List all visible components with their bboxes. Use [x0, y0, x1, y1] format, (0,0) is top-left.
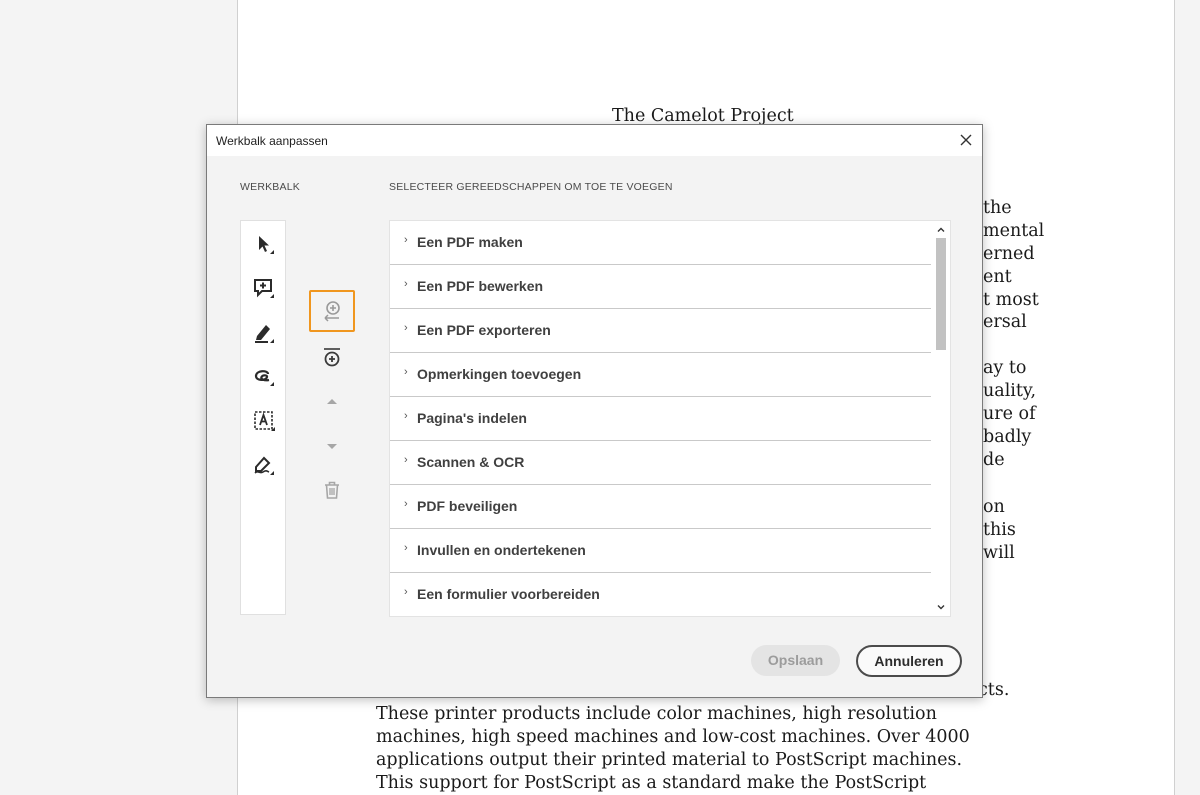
- add-tool-icon: [324, 301, 340, 322]
- tool-category-label: Opmerkingen toevoegen: [417, 366, 582, 382]
- toolbar-tool-highlight[interactable]: [249, 318, 279, 348]
- doc-body-line: machines, high speed machines and low-co…: [376, 727, 970, 747]
- doc-fragment: the: [983, 198, 1012, 218]
- chevron-right-icon: ›: [404, 234, 408, 246]
- chevron-right-icon: ›: [404, 322, 408, 334]
- tools-heading: SELECTEER GEREEDSCHAPPEN OM TOE TE VOEGE…: [389, 181, 673, 193]
- scrollbar-thumb[interactable]: [936, 238, 946, 350]
- tool-category-item[interactable]: › PDF beveiligen: [390, 485, 931, 529]
- tool-category-item[interactable]: › Opmerkingen toevoegen: [390, 353, 931, 397]
- lasso-icon: [254, 370, 274, 386]
- tool-category-label: Scannen & OCR: [417, 454, 525, 470]
- doc-body-line: This support for PostScript as a standar…: [376, 773, 927, 793]
- chevron-right-icon: ›: [404, 586, 408, 598]
- move-up-icon: [327, 399, 337, 404]
- doc-fragment: will: [983, 543, 1015, 563]
- toolbar-tool-select[interactable]: [249, 230, 279, 260]
- move-up-button[interactable]: [309, 381, 355, 423]
- tool-category-label: PDF beveiligen: [417, 498, 518, 514]
- doc-fragment: ay to: [983, 358, 1027, 378]
- select-arrow-icon: [259, 236, 274, 254]
- trash-icon: [325, 481, 339, 499]
- dialog-title: Werkbalk aanpassen: [216, 134, 328, 148]
- toolbar-tool-textbox[interactable]: [249, 406, 279, 436]
- tool-category-label: Een PDF bewerken: [417, 278, 544, 294]
- toolbar-heading: WERKBALK: [240, 181, 300, 193]
- doc-fragment: ure of: [983, 404, 1036, 424]
- doc-fragment: ersal: [983, 312, 1027, 332]
- tool-category-label: Een formulier voorbereiden: [417, 586, 600, 602]
- tool-category-label: Pagina's indelen: [417, 410, 527, 426]
- tool-category-item[interactable]: › Een PDF exporteren: [390, 309, 931, 353]
- customize-toolbar-dialog: Werkbalk aanpassen WERKBALK SELECTEER GE…: [206, 124, 983, 698]
- doc-fragment: badly: [983, 427, 1032, 447]
- tool-category-list: › Een PDF maken › Een PDF bewerken › Een…: [389, 220, 951, 617]
- move-down-icon: [327, 444, 337, 449]
- move-down-button[interactable]: [309, 425, 355, 467]
- chevron-right-icon: ›: [404, 366, 408, 378]
- tool-category-item[interactable]: › Invullen en ondertekenen: [390, 529, 931, 573]
- close-button[interactable]: [956, 130, 976, 150]
- current-toolbar-list: [240, 220, 286, 615]
- cancel-button[interactable]: Annuleren: [856, 645, 962, 677]
- chevron-right-icon: ›: [404, 542, 408, 554]
- tool-category-item[interactable]: › Een PDF bewerken: [390, 265, 931, 309]
- scroll-down-arrow-icon[interactable]: [936, 602, 946, 612]
- tool-category-label: Een PDF exporteren: [417, 322, 551, 338]
- doc-fragment: mental: [983, 221, 1045, 241]
- doc-fragment: on: [983, 497, 1005, 517]
- tool-category-item[interactable]: › Een formulier voorbereiden: [390, 573, 931, 616]
- doc-fragment: de: [983, 450, 1005, 470]
- tool-category-label: Invullen en ondertekenen: [417, 542, 586, 558]
- add-comment-icon: [254, 279, 274, 298]
- doc-fragment: erned: [983, 244, 1035, 264]
- delete-tool-button[interactable]: [309, 469, 355, 511]
- sign-pen-icon: [254, 456, 274, 475]
- doc-fragment: this: [983, 520, 1016, 540]
- list-scrollbar[interactable]: [932, 221, 950, 616]
- highlight-pen-icon: [255, 325, 274, 343]
- dialog-title-bar: Werkbalk aanpassen: [207, 125, 982, 156]
- scroll-up-arrow-icon[interactable]: [936, 225, 946, 235]
- toolbar-tool-comment[interactable]: [249, 274, 279, 304]
- doc-fragment: ent: [983, 267, 1012, 287]
- chevron-right-icon: ›: [404, 410, 408, 422]
- toolbar-tool-draw[interactable]: [249, 362, 279, 392]
- close-icon: [960, 134, 972, 146]
- add-divider-icon: [324, 348, 340, 367]
- chevron-right-icon: ›: [404, 498, 408, 510]
- text-box-icon: [254, 411, 275, 431]
- tool-category-label: Een PDF maken: [417, 234, 523, 250]
- tool-category-item[interactable]: › Een PDF maken: [390, 221, 931, 265]
- doc-fragment: t most: [983, 290, 1039, 310]
- doc-fragment: uality,: [983, 381, 1037, 401]
- save-button[interactable]: Opslaan: [751, 645, 840, 676]
- chevron-right-icon: ›: [404, 454, 408, 466]
- toolbar-tool-sign[interactable]: [249, 450, 279, 480]
- chevron-right-icon: ›: [404, 278, 408, 290]
- doc-body-line: applications output their printed materi…: [376, 750, 963, 770]
- add-divider-button[interactable]: [309, 337, 355, 379]
- doc-body-line: These printer products include color mac…: [376, 704, 937, 724]
- add-to-toolbar-button[interactable]: [309, 290, 355, 332]
- tool-category-item[interactable]: › Pagina's indelen: [390, 397, 931, 441]
- tool-category-item[interactable]: › Scannen & OCR: [390, 441, 931, 485]
